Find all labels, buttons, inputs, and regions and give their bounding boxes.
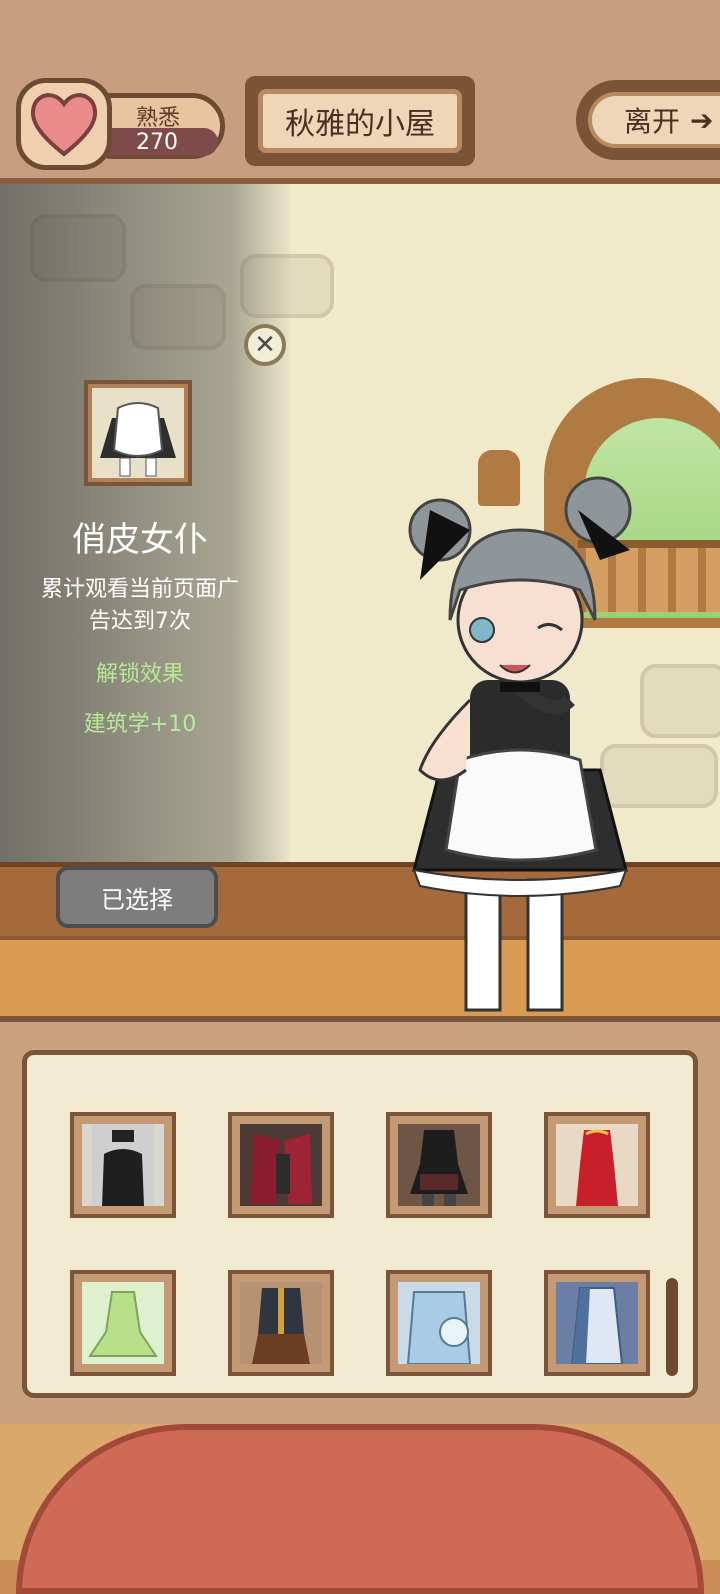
maid-dress-icon [100, 402, 176, 477]
outfit-slot[interactable] [386, 1270, 492, 1376]
outfit-dark-coat-icon [252, 1288, 310, 1364]
wardrobe-scrollbar[interactable] [666, 1278, 678, 1376]
familiarity-value: 270 [136, 130, 178, 155]
leave-button[interactable]: 离开 ➔ [588, 92, 720, 148]
familiarity-label: 熟悉 [135, 106, 180, 131]
selected-button[interactable]: 已选择 [56, 866, 218, 928]
rug [16, 1424, 704, 1594]
room-title: 秋雅的小屋 [258, 89, 462, 153]
unlock-condition-line: 累计观看当前页面广 [40, 577, 239, 602]
outfit-light-blue-icon [406, 1291, 472, 1365]
outfit-slot[interactable] [228, 1112, 334, 1218]
close-icon[interactable]: ✕ [244, 324, 286, 366]
outfit-slot[interactable] [544, 1112, 650, 1218]
selected-outfit-thumbnail [92, 388, 184, 478]
outfit-bunny-black-icon [92, 1124, 154, 1206]
unlock-effect-value: 建筑学+10 [83, 712, 197, 737]
outfit-slot[interactable] [386, 1112, 492, 1218]
outfit-black-dress-icon [410, 1130, 468, 1206]
outfit-blue-white-icon [570, 1287, 624, 1365]
outfit-red-jacket-icon [250, 1134, 312, 1204]
leave-label: 离开 [624, 105, 681, 138]
unlock-condition: 累计观看当前页面广 告达到7次 [20, 574, 260, 638]
outfit-green-fairy-icon [88, 1291, 158, 1357]
heart-icon [30, 93, 98, 157]
unlock-condition-line: 告达到7次 [89, 609, 191, 634]
character-maid [408, 476, 632, 1012]
outfit-slot[interactable] [70, 1112, 176, 1218]
outfit-red-qipao-icon [576, 1129, 618, 1206]
outfit-name: 俏皮女仆 [72, 520, 208, 560]
outfit-slot[interactable] [544, 1270, 650, 1376]
unlock-effect-label: 解锁效果 [95, 662, 184, 687]
arrow-right-icon: ➔ [690, 103, 714, 137]
outfit-slot[interactable] [70, 1270, 176, 1376]
outfit-slot[interactable] [228, 1270, 334, 1376]
